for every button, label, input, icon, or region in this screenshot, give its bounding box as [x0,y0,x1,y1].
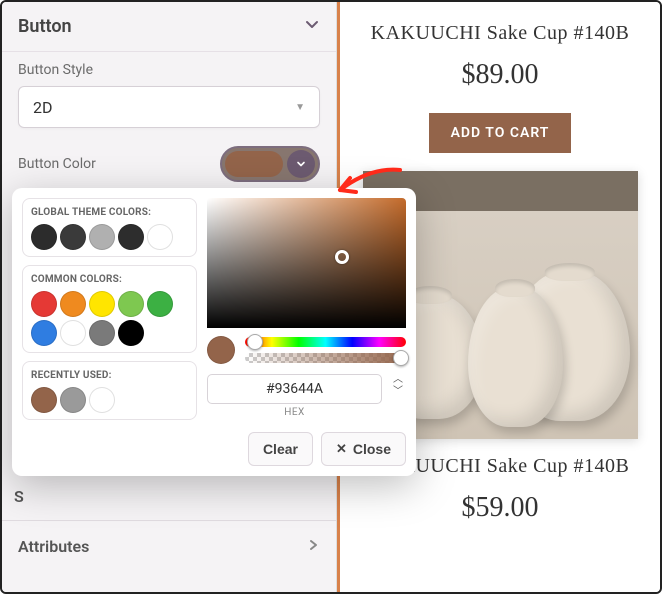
section-title: Button [18,16,72,37]
global-theme-colors-card: GLOBAL THEME COLORS: [22,198,197,257]
caret-down-icon: ▼ [295,102,305,113]
product-price: $59.00 [462,492,539,524]
saturation-lightness-area[interactable] [207,198,406,328]
button-color-picker-trigger[interactable] [220,146,320,182]
section-button-body: Button Style 2D ▼ Button Color [2,52,336,190]
common-color-swatch[interactable] [60,320,86,346]
global-colors-title: GLOBAL THEME COLORS: [31,207,188,218]
product-price: $89.00 [462,59,539,91]
common-color-swatch[interactable] [89,320,115,346]
common-color-swatch[interactable] [31,320,57,346]
close-label: Close [353,441,391,457]
common-color-swatch[interactable] [89,291,115,317]
close-button[interactable]: ✕ Close [321,432,406,466]
alpha-thumb[interactable] [393,350,409,366]
button-style-label: Button Style [18,62,320,78]
section-attributes-header[interactable]: Attributes [2,520,336,572]
button-color-label: Button Color [18,156,96,172]
hex-format-label: HEX [207,407,382,418]
recent-color-swatch[interactable] [60,387,86,413]
common-colors-card: COMMON COLORS: [22,265,197,353]
common-color-swatch[interactable] [147,291,173,317]
common-color-swatch[interactable] [60,291,86,317]
alpha-slider[interactable] [245,353,406,363]
close-icon: ✕ [336,441,347,457]
global-color-swatch[interactable] [31,224,57,250]
recent-color-swatch[interactable] [89,387,115,413]
hue-thumb[interactable] [247,334,263,350]
attributes-label: Attributes [18,537,89,556]
global-color-swatch[interactable] [89,224,115,250]
recent-color-swatch[interactable] [31,387,57,413]
color-swatch-current [225,151,283,177]
common-color-swatch[interactable] [31,291,57,317]
recent-colors-card: RECENTLY USED: [22,361,197,420]
section-button-header[interactable]: Button [2,2,336,52]
clear-button[interactable]: Clear [248,432,313,466]
recent-colors-title: RECENTLY USED: [31,370,188,381]
chevron-right-icon [306,537,320,556]
global-color-swatch[interactable] [118,224,144,250]
current-color-chip [207,336,235,364]
format-stepper[interactable]: ︿ ﹀ [390,374,406,396]
chevron-up-icon[interactable]: ︿ [390,376,406,384]
add-to-cart-button[interactable]: ADD TO CART [429,113,572,153]
hex-input[interactable] [207,374,382,404]
button-style-select[interactable]: 2D ▼ [18,86,320,128]
chevron-down-icon [304,16,320,37]
global-color-swatch[interactable] [60,224,86,250]
obscured-row: S [14,487,24,506]
common-color-swatch[interactable] [118,291,144,317]
clear-label: Clear [263,441,298,457]
color-picker-popup: GLOBAL THEME COLORS: COMMON COLORS: RECE… [12,188,416,476]
hue-slider[interactable] [245,337,406,347]
product-title: KAKUUCHI Sake Cup #140B [371,22,630,45]
button-style-value: 2D [33,98,53,117]
vase-shape [468,287,563,427]
chevron-down-icon [287,150,315,178]
global-color-swatch[interactable] [147,224,173,250]
common-color-swatch[interactable] [118,320,144,346]
gradient-handle[interactable] [335,250,349,264]
chevron-down-icon[interactable]: ﹀ [390,388,406,396]
common-colors-title: COMMON COLORS: [31,274,188,285]
